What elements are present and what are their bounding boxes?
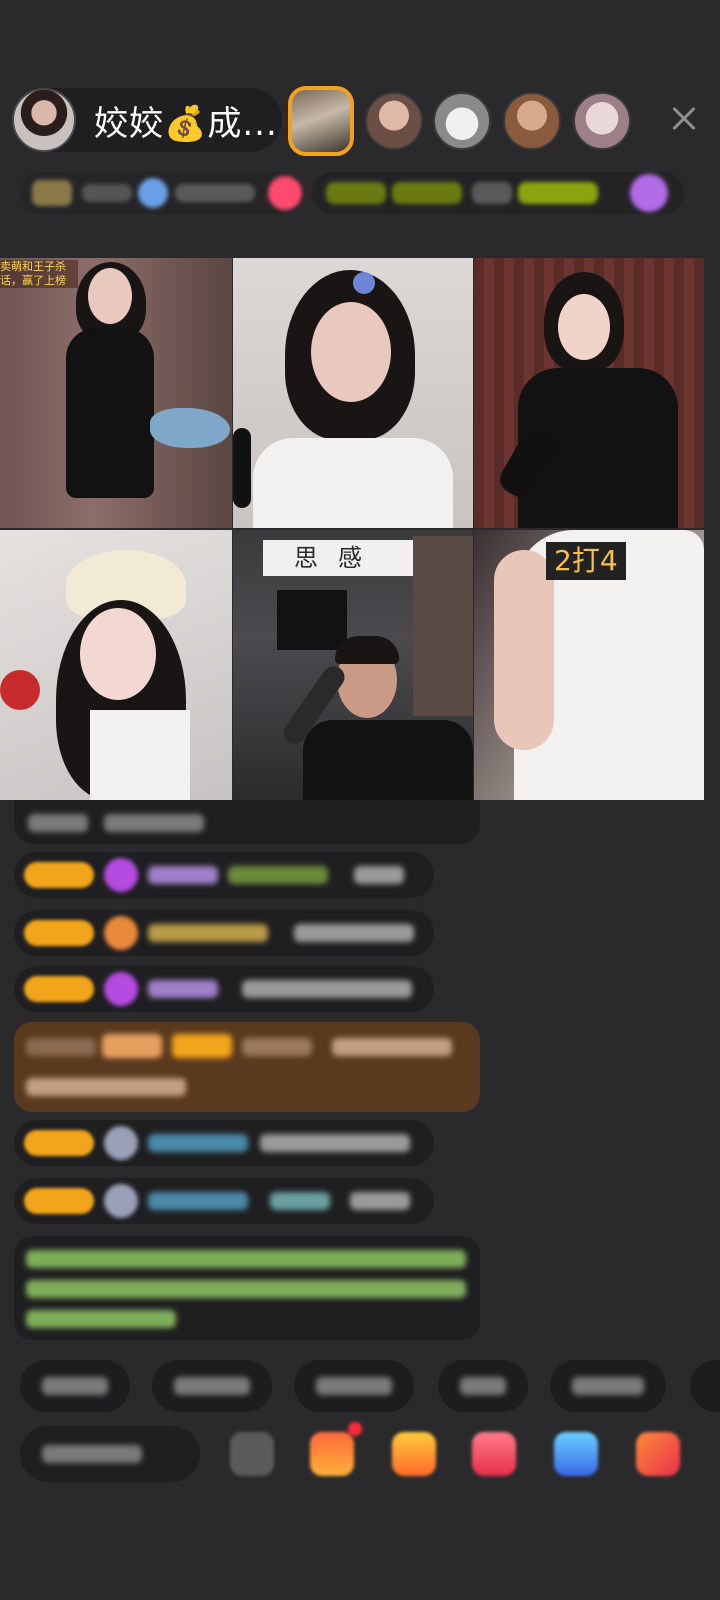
wall-sign: 思感 bbox=[263, 540, 413, 576]
quick-chip-5[interactable] bbox=[550, 1360, 666, 1412]
host-name: 姣姣💰成... bbox=[94, 103, 278, 144]
video-tile-3[interactable] bbox=[474, 258, 704, 528]
host-info-pill[interactable]: 姣姣💰成... bbox=[12, 88, 282, 152]
video-tile-1[interactable]: 卖萌和王子杀 话，赢了上榜 bbox=[0, 258, 232, 528]
multi-guest-video-grid: 卖萌和王子杀 话，赢了上榜 思感 2打4 bbox=[0, 258, 704, 800]
chat-message[interactable] bbox=[14, 910, 434, 956]
video-tile-2[interactable] bbox=[233, 258, 473, 528]
host-avatar[interactable] bbox=[12, 88, 76, 152]
shop-icon[interactable] bbox=[392, 1432, 436, 1476]
more-icon[interactable] bbox=[636, 1432, 680, 1476]
quick-chip-6[interactable] bbox=[690, 1360, 720, 1412]
chat-message[interactable] bbox=[14, 852, 434, 898]
rank-bar-right[interactable] bbox=[312, 172, 684, 214]
close-icon[interactable] bbox=[666, 100, 702, 136]
rank-bar-left[interactable] bbox=[20, 172, 305, 214]
quick-chip-3[interactable] bbox=[294, 1360, 414, 1412]
video-tile-5[interactable]: 思感 bbox=[233, 530, 473, 800]
quick-chip-2[interactable] bbox=[152, 1360, 272, 1412]
pk-mode-label: 2打4 bbox=[546, 542, 626, 580]
comment-input[interactable] bbox=[20, 1426, 200, 1482]
message-icon[interactable] bbox=[554, 1432, 598, 1476]
viewer-avatar-3[interactable] bbox=[433, 92, 491, 150]
chat-system-message bbox=[14, 800, 480, 844]
tile1-tag: 卖萌和王子杀 话，赢了上榜 bbox=[0, 260, 78, 288]
video-tile-6[interactable]: 2打4 bbox=[474, 530, 704, 800]
quick-chip-4[interactable] bbox=[438, 1360, 528, 1412]
chat-message[interactable] bbox=[14, 1120, 434, 1166]
chat-message[interactable] bbox=[14, 966, 434, 1012]
video-tile-4[interactable] bbox=[0, 530, 232, 800]
chat-announcement bbox=[14, 1236, 480, 1340]
quick-chip-1[interactable] bbox=[20, 1360, 130, 1412]
viewer-avatar-5[interactable] bbox=[573, 92, 631, 150]
emoji-icon[interactable] bbox=[230, 1432, 274, 1476]
chat-message[interactable] bbox=[14, 1178, 434, 1224]
viewer-avatar-1[interactable] bbox=[288, 86, 354, 156]
viewer-avatar-2[interactable] bbox=[365, 92, 423, 150]
viewer-avatar-4[interactable] bbox=[503, 92, 561, 150]
gift-icon[interactable] bbox=[310, 1422, 362, 1476]
chat-highlight-message[interactable] bbox=[14, 1022, 480, 1112]
share-icon[interactable] bbox=[472, 1432, 516, 1476]
